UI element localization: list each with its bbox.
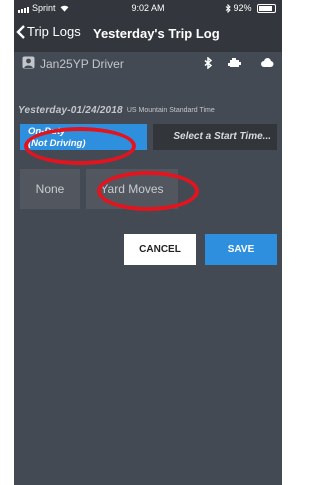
nav-bar: Trip Logs Yesterday's Trip Log bbox=[14, 16, 282, 52]
driver-name: Jan25YP Driver bbox=[40, 57, 124, 71]
status-bar: Sprint 9:02 AM 92% bbox=[14, 0, 282, 16]
page-title: Yesterday's Trip Log bbox=[93, 26, 220, 41]
app-screen: Sprint 9:02 AM 92% Trip Logs Yesterday's… bbox=[14, 0, 282, 485]
option-none[interactable]: None bbox=[20, 169, 80, 209]
status-bar-right: 92% bbox=[225, 3, 276, 14]
save-button[interactable]: SAVE bbox=[205, 234, 277, 265]
annotation-circle-duty-status bbox=[24, 127, 136, 165]
annotation-circle-yard-moves bbox=[97, 171, 199, 211]
start-time-button[interactable]: Select a Start Time... bbox=[153, 124, 277, 150]
battery-icon bbox=[257, 4, 276, 14]
battery-percent: 92% bbox=[233, 3, 252, 13]
timezone-label: US Mountain Standard Time bbox=[126, 107, 215, 114]
bluetooth-icon bbox=[225, 3, 231, 14]
bluetooth-icon bbox=[204, 57, 212, 69]
log-date-row: Yesterday-01/24/2018 US Mountain Standard… bbox=[18, 100, 280, 116]
log-date: Yesterday-01/24/2018 bbox=[18, 105, 123, 116]
cloud-icon bbox=[261, 58, 274, 67]
chevron-left-icon bbox=[16, 24, 25, 39]
person-icon bbox=[22, 56, 35, 69]
driver-row: Jan25YP Driver bbox=[14, 52, 282, 76]
truck-icon bbox=[228, 58, 241, 67]
back-label: Trip Logs bbox=[27, 24, 81, 40]
back-button[interactable]: Trip Logs bbox=[16, 23, 81, 45]
cancel-button[interactable]: CANCEL bbox=[124, 234, 196, 265]
battery-fill bbox=[259, 6, 272, 12]
